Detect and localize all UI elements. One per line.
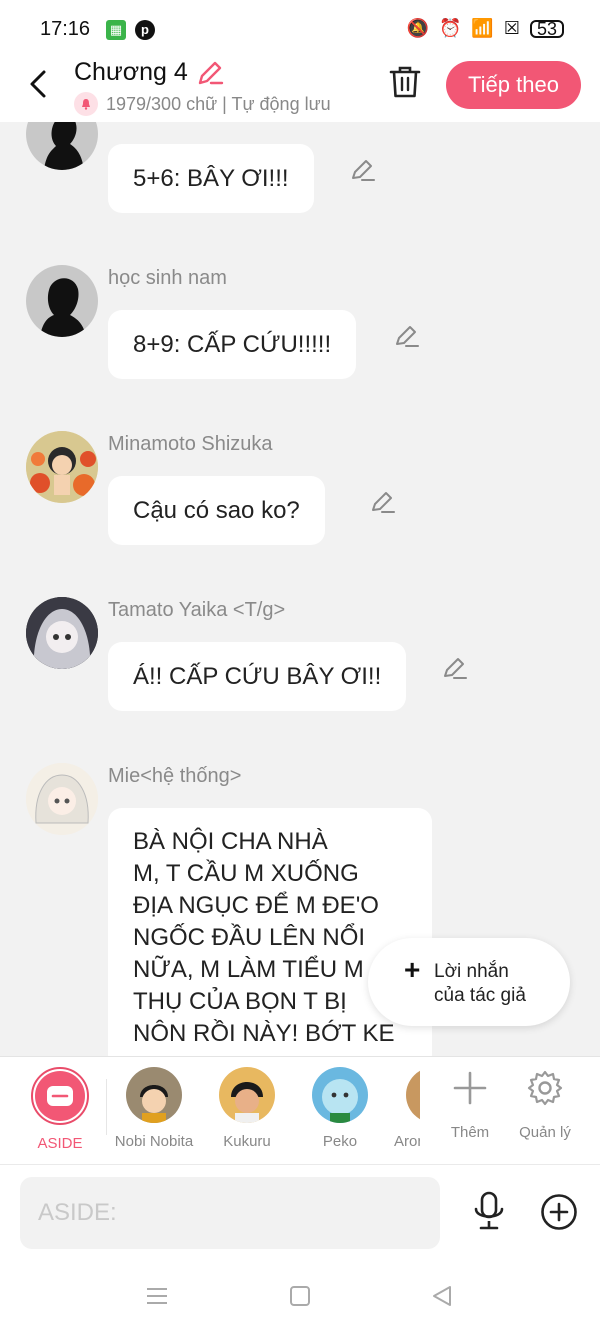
edit-icon[interactable] (442, 656, 468, 682)
message-line: THỤ CỦA BỌN T BỊ (133, 988, 347, 1015)
menu-icon[interactable] (146, 1284, 168, 1308)
character-label: ASIDE (37, 1135, 83, 1152)
avatar[interactable] (26, 265, 98, 337)
edit-icon[interactable] (394, 324, 420, 350)
avatar (312, 1067, 368, 1123)
back-icon[interactable] (431, 1284, 453, 1308)
mute-icon: 🔕 (406, 18, 429, 38)
trash-icon[interactable] (388, 64, 422, 100)
status-bar: 17:16 ▦ p 🔕 ⏰ 📶 ☒ 53 (0, 0, 600, 56)
message-line: NỮA, M LÀM TIỂU M (133, 956, 364, 983)
character-aron[interactable]: Aron (388, 1067, 420, 1150)
avatar (406, 1067, 420, 1123)
character-label: Peko (322, 1133, 358, 1150)
input-bar: ASIDE: (0, 1164, 600, 1260)
alarm-icon: ⏰ (438, 18, 462, 38)
home-icon[interactable] (289, 1284, 311, 1308)
back-arrow-icon[interactable] (24, 66, 52, 102)
author-note-label: Lời nhắn của tác giả (434, 960, 564, 1008)
word-count-text: 1979/300 chữ | Tự động lưu (106, 93, 331, 114)
character-label: Kukuru (223, 1133, 271, 1150)
message-line: BÀ NỘI CHA NHÀ (133, 828, 328, 855)
character-nobita[interactable]: Nobi Nobita (109, 1067, 199, 1150)
status-icons: 🔕 ⏰ 📶 ☒ 53 (407, 18, 564, 39)
author-note-line: Lời nhắn (434, 961, 509, 982)
editor-header: Chương 4 1979/300 chữ | Tự động lưu Tiếp… (0, 56, 600, 122)
avatar[interactable] (26, 431, 98, 503)
avatar (219, 1067, 275, 1123)
plus-icon (453, 1071, 487, 1105)
plus-icon: + (404, 954, 421, 985)
next-button[interactable]: Tiếp theo (446, 61, 581, 109)
message-bubble[interactable]: 8+9: CẤP CỨU!!!!! (108, 310, 357, 379)
edit-icon[interactable] (370, 490, 396, 516)
add-character-button[interactable]: Thêm (435, 1069, 505, 1141)
sender-name: Mie<hệ thống> (108, 765, 242, 787)
add-circle-icon[interactable] (540, 1193, 578, 1231)
system-nav-bar (0, 1260, 600, 1333)
wifi-icon: 📶 (471, 18, 494, 38)
manage-button[interactable]: Quản lý (510, 1069, 580, 1141)
notification-app-icon: ▦ (106, 20, 126, 40)
message-line: NÔN RỒI NÀY! BỚT KE (133, 1020, 395, 1047)
battery-indicator: 53 (529, 19, 564, 38)
character-aside[interactable]: ASIDE (15, 1067, 105, 1152)
chapter-title-text: Chương 4 (74, 58, 188, 86)
message-input[interactable]: ASIDE: (20, 1177, 440, 1249)
avatar (126, 1067, 182, 1123)
author-note-line: của tác giả (434, 985, 526, 1006)
divider (106, 1079, 107, 1135)
chat-area[interactable]: 5+6: BÂY ƠI!!! học sinh nam 8+9: CẤP CỨU… (0, 122, 600, 1056)
gear-icon (527, 1070, 563, 1106)
aside-avatar (31, 1067, 89, 1125)
manage-label: Quản lý (519, 1124, 571, 1141)
message-line: ĐỊA NGỤC ĐỂ M ĐE'O (133, 892, 379, 919)
message-line: M, T CẦU M XUỐNG (133, 860, 359, 887)
chapter-title[interactable]: Chương 4 (74, 58, 224, 87)
aside-inner (35, 1071, 85, 1121)
message-bubble[interactable]: BÀ NỘI CHA NHÀ M, T CẦU M XUỐNG ĐỊA NGỤC… (108, 808, 432, 1056)
message-bubble[interactable]: 5+6: BÂY ƠI!!! (108, 144, 314, 213)
avatar[interactable] (26, 763, 98, 835)
edit-icon[interactable] (350, 158, 376, 184)
author-note-button[interactable]: + Lời nhắn của tác giả (368, 938, 570, 1026)
avatar[interactable] (26, 597, 98, 669)
character-kukuru[interactable]: Kukuru (202, 1067, 292, 1150)
microphone-icon[interactable] (472, 1191, 506, 1231)
character-peko[interactable]: Peko (295, 1067, 385, 1150)
sim-icon: ☒ (503, 18, 520, 38)
chat-bubble-icon (47, 1086, 73, 1106)
message-bubble[interactable]: Á!! CẤP CỨU BÂY ƠI!! (108, 642, 407, 711)
message-line: NGỐC ĐẦU LÊN NỔI (133, 924, 366, 951)
word-count-status: 1979/300 chữ | Tự động lưu (74, 92, 331, 116)
bell-icon (74, 92, 98, 116)
pinterest-icon: p (135, 20, 155, 40)
sender-name: Minamoto Shizuka (108, 433, 273, 455)
status-time: 17:16 (40, 18, 91, 40)
character-label: Aron (394, 1133, 420, 1150)
message-bubble[interactable]: Cậu có sao ko? (108, 476, 325, 545)
add-label: Thêm (450, 1124, 490, 1141)
character-bar: ASIDE Nobi Nobita Kukuru Peko Aro Thêm Q… (0, 1056, 600, 1164)
avatar[interactable] (26, 122, 98, 170)
sender-name: học sinh nam (108, 267, 227, 289)
sender-name: Tamato Yaika <T/g> (108, 599, 286, 621)
pencil-icon[interactable] (196, 59, 224, 87)
character-label: Nobi Nobita (114, 1133, 194, 1150)
